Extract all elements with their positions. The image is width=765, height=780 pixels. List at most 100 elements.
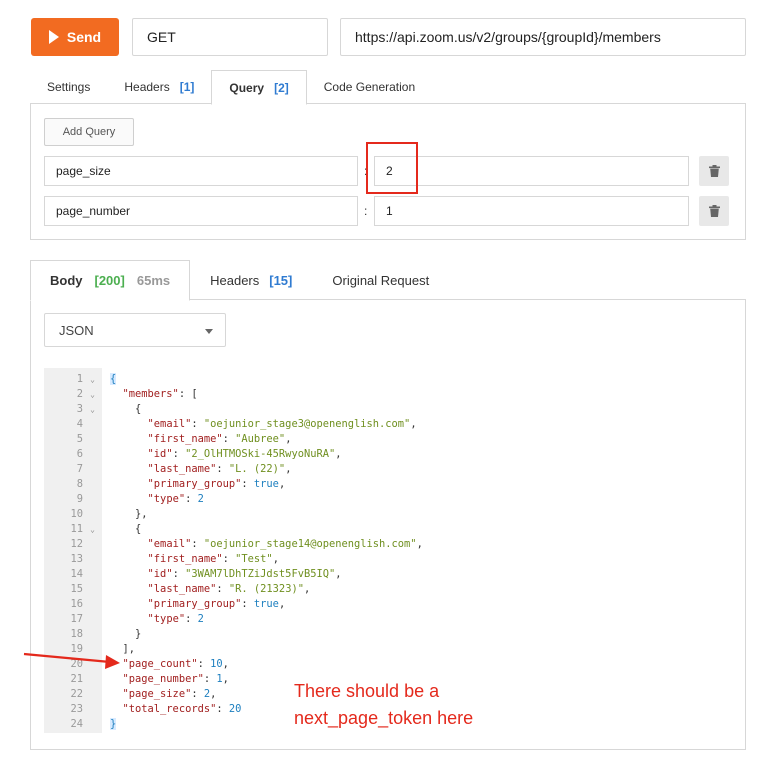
- line-number: 6: [76, 448, 83, 460]
- code-token: ,: [222, 658, 229, 670]
- arrow-annotation-icon: [23, 652, 120, 669]
- code-line: 17 "type": 2: [44, 612, 604, 627]
- tab-original-request[interactable]: Original Request: [312, 260, 449, 300]
- tab-response-headers[interactable]: Headers [15]: [190, 260, 312, 300]
- query-key-input[interactable]: page_size: [44, 156, 358, 186]
- code-token: "type": [147, 613, 186, 625]
- query-value-input[interactable]: 1: [374, 196, 689, 226]
- code-token: "last_name": [147, 463, 217, 475]
- code-text: "page_number": 1,: [99, 672, 229, 687]
- code-token: :: [172, 568, 186, 580]
- line-number: 21: [70, 673, 83, 685]
- delete-query-button[interactable]: [699, 196, 729, 226]
- code-token: "page_size": [122, 688, 192, 700]
- tab-query[interactable]: Query [2]: [211, 70, 307, 105]
- code-token: "oejunior_stage14@openenglish.com": [203, 538, 417, 550]
- delete-query-button[interactable]: [699, 156, 729, 186]
- code-line: 13 "first_name": "Test",: [44, 552, 604, 567]
- tab-label: Query: [229, 80, 265, 95]
- code-line: 18 }: [44, 627, 604, 642]
- code-token: "R. (21323)": [228, 583, 304, 595]
- code-text: }: [99, 627, 141, 642]
- code-token: "email": [147, 418, 192, 430]
- query-value: 1: [386, 204, 393, 218]
- line-number: 9: [76, 493, 83, 505]
- send-button[interactable]: Send: [31, 18, 119, 56]
- code-line: 2 ⌄ "members": [: [44, 387, 604, 402]
- line-number: 15: [70, 583, 83, 595]
- code-text: {: [99, 522, 141, 537]
- format-select[interactable]: JSON: [44, 313, 226, 347]
- code-token: 10: [210, 658, 223, 670]
- code-text: "id": "2_OlHTMOSki-45RwyoNuRA",: [99, 447, 342, 462]
- add-query-button[interactable]: Add Query: [44, 118, 134, 146]
- code-line: 3 ⌄ {: [44, 402, 604, 417]
- code-token: "primary_group": [147, 478, 242, 490]
- tab-body[interactable]: Body [200] 65ms: [30, 260, 191, 301]
- query-key: page_number: [56, 204, 131, 218]
- send-label: Send: [66, 29, 102, 45]
- code-token: ,: [272, 553, 279, 565]
- tab-headers[interactable]: Headers [1]: [107, 70, 211, 104]
- code-text: "email": "oejunior_stage3@openenglish.co…: [99, 417, 417, 432]
- line-number: 18: [70, 628, 83, 640]
- code-text: "first_name": "Test",: [99, 552, 279, 567]
- code-line: 7 "last_name": "L. (22)",: [44, 462, 604, 477]
- code-text: "id": "3WAM7lDhTZiJdst5FvB5IQ",: [99, 567, 342, 582]
- fold-chevron-icon[interactable]: ⌄: [86, 402, 99, 417]
- code-text: {: [99, 372, 117, 387]
- url-input[interactable]: https://api.zoom.us/v2/groups/{groupId}/…: [340, 18, 746, 56]
- code-token: :: [216, 583, 229, 595]
- query-separator: :: [364, 164, 368, 178]
- format-value: JSON: [59, 322, 94, 338]
- code-text: {: [99, 402, 141, 417]
- line-number: 2: [76, 388, 83, 400]
- code-token: {: [110, 403, 142, 415]
- code-token: "page_count": [122, 658, 198, 670]
- line-number: 16: [70, 598, 83, 610]
- code-text: "type": 2: [99, 612, 204, 627]
- code-text: },: [99, 507, 148, 522]
- code-token: "members": [122, 388, 179, 400]
- code-token: ,: [285, 463, 292, 475]
- code-line: 16 "primary_group": true,: [44, 597, 604, 612]
- query-key-input[interactable]: page_number: [44, 196, 358, 226]
- line-number: 24: [70, 718, 83, 730]
- code-token: "page_number": [122, 673, 204, 685]
- code-token: ,: [416, 538, 423, 550]
- code-token: true: [253, 598, 279, 610]
- code-token: ,: [278, 598, 286, 610]
- tab-settings[interactable]: Settings: [30, 70, 107, 104]
- fold-chevron-icon[interactable]: ⌄: [86, 387, 99, 402]
- tab-label: Headers: [124, 80, 170, 94]
- code-line: 12 "email": "oejunior_stage14@openenglis…: [44, 537, 604, 552]
- code-token: }: [110, 718, 117, 730]
- code-text: "primary_group": true,: [99, 597, 286, 612]
- code-token: :: [222, 433, 236, 445]
- query-value-input[interactable]: 2: [374, 156, 689, 186]
- method-field[interactable]: GET: [132, 18, 328, 56]
- fold-chevron-icon[interactable]: ⌄: [86, 372, 99, 387]
- code-text: }: [99, 717, 117, 732]
- code-token: "2_OlHTMOSki-45RwyoNuRA": [185, 448, 336, 460]
- code-token: :: [241, 598, 254, 610]
- add-query-label: Add Query: [62, 126, 116, 138]
- code-line: 5 "first_name": "Aubree",: [44, 432, 604, 447]
- code-token: "id": [147, 448, 173, 460]
- fold-chevron-icon[interactable]: ⌄: [86, 522, 99, 537]
- tab-code-generation[interactable]: Code Generation: [307, 70, 432, 104]
- code-line: 6 "id": "2_OlHTMOSki-45RwyoNuRA",: [44, 447, 604, 462]
- code-token: "Aubree": [235, 433, 286, 445]
